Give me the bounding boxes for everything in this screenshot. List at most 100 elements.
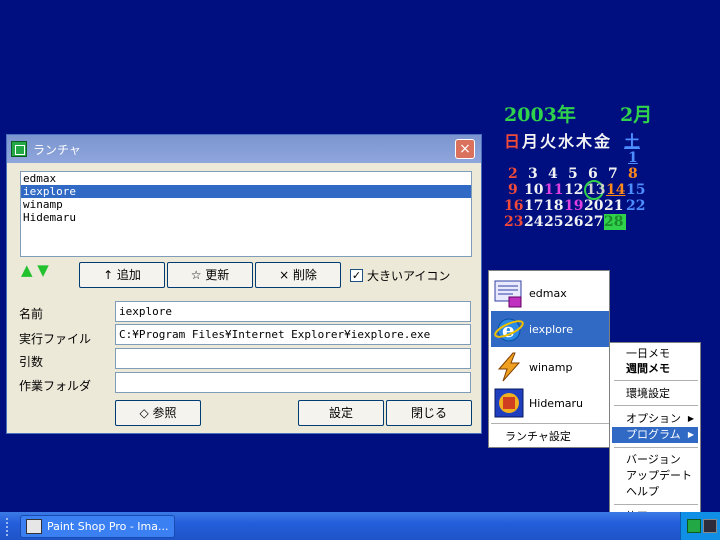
title-bar[interactable]: ランチャ ×	[7, 135, 481, 163]
large-icon-checkbox[interactable]: ✓	[350, 269, 363, 282]
menu-item-edmax[interactable]: edmax	[491, 275, 609, 311]
menu-separator	[614, 380, 698, 381]
menu-item-env-settings[interactable]: 環境設定	[612, 386, 698, 402]
taskbar-grip[interactable]	[6, 518, 10, 536]
calendar-day[interactable]: 24	[524, 214, 546, 230]
launcher-app-icon	[11, 141, 27, 157]
launcher-settings-item[interactable]: ランチャ設定	[505, 428, 571, 444]
calendar-day[interactable]: 18	[544, 198, 566, 214]
menu-item-hidemaru[interactable]: Hidemaru	[491, 385, 609, 421]
calendar-day[interactable]: 25	[544, 214, 566, 230]
calendar-day[interactable]: 8	[628, 166, 650, 182]
calendar-day[interactable]: 3	[528, 166, 550, 182]
launcher-window: ランチャ × edmax iexplore winamp Hidemaru ▲ …	[6, 134, 482, 434]
launcher-icon-menu: edmax e iexplore winamp Hidemaru ランチャ設定	[488, 270, 610, 448]
weekday-mon: 月	[522, 132, 539, 151]
menu-item-version[interactable]: バージョン	[612, 452, 698, 468]
submenu-arrow-icon: ▶	[687, 430, 694, 439]
close-icon[interactable]: ×	[455, 139, 475, 159]
taskbar-button-paintshop[interactable]: Paint Shop Pro - Ima...	[20, 515, 175, 538]
large-icon-option[interactable]: ✓ 大きいアイコン	[350, 267, 450, 284]
list-item-selected[interactable]: iexplore	[21, 185, 471, 198]
update-button[interactable]: ☆ 更新	[167, 262, 253, 288]
calendar-day[interactable]: 7	[608, 166, 630, 182]
system-tray	[680, 512, 720, 540]
browse-button[interactable]: ◇ 参照	[115, 400, 201, 426]
name-label: 名前	[19, 307, 44, 321]
menu-item-winamp[interactable]: winamp	[491, 349, 609, 385]
menu-item-iexplore[interactable]: e iexplore	[491, 311, 609, 347]
calendar-day[interactable]: 28	[604, 214, 626, 230]
calendar-day[interactable]: 27	[584, 214, 606, 230]
menu-item-label: iexplore	[529, 322, 573, 336]
exec-label: 実行ファイル	[19, 332, 92, 346]
menu-item-program[interactable]: プログラム ▶	[612, 427, 698, 443]
close-button[interactable]: 閉じる	[386, 400, 472, 426]
launcher-tray-icon[interactable]	[687, 519, 701, 533]
menu-item-label: オプション	[626, 412, 681, 425]
weekday-sat: 土	[624, 132, 641, 151]
context-menu: 一日メモ 週間メモ 環境設定 オプション ▶ プログラム ▶ バージョン アップ…	[609, 342, 701, 530]
add-button[interactable]: ↑ 追加	[79, 262, 165, 288]
calendar-day[interactable]: 1	[628, 150, 650, 166]
taskbar-button-label: Paint Shop Pro - Ima...	[47, 520, 169, 533]
menu-separator	[491, 423, 609, 424]
calendar-day[interactable]: 22	[626, 198, 648, 214]
taskbar: Paint Shop Pro - Ima...	[0, 512, 720, 540]
menu-item-label: プログラム	[626, 428, 681, 441]
calendar-day[interactable]: 26	[564, 214, 586, 230]
calendar-day[interactable]: 20	[584, 198, 606, 214]
workdir-field[interactable]	[115, 372, 471, 393]
menu-separator	[614, 405, 698, 406]
menu-separator	[614, 504, 698, 505]
calendar-day[interactable]: 4	[548, 166, 570, 182]
calendar-day[interactable]: 21	[604, 198, 626, 214]
paint-shop-pro-icon	[26, 519, 42, 534]
calendar-day[interactable]: 11	[544, 182, 566, 198]
calendar-day[interactable]: 12	[564, 182, 586, 198]
args-field[interactable]	[115, 348, 471, 369]
calendar-day[interactable]: 17	[524, 198, 546, 214]
calendar-day[interactable]: 15	[626, 182, 648, 198]
hidemaru-icon	[493, 387, 525, 419]
submenu-arrow-icon: ▶	[687, 414, 694, 423]
menu-separator	[614, 447, 698, 448]
list-item[interactable]: winamp	[21, 198, 471, 211]
weekday-sun: 日	[504, 132, 521, 151]
menu-item-label: Hidemaru	[529, 396, 584, 410]
menu-item-help[interactable]: ヘルプ	[612, 484, 698, 500]
calendar-day[interactable]: 23	[504, 214, 526, 230]
monitor-tray-icon[interactable]	[703, 519, 717, 533]
calendar-day[interactable]: 16	[504, 198, 526, 214]
move-arrows-icon[interactable]: ▲ ▼	[21, 261, 49, 279]
weekday-wed: 水	[558, 132, 575, 151]
calendar-day[interactable]: 2	[508, 166, 530, 182]
calendar-day[interactable]: 19	[564, 198, 586, 214]
list-item[interactable]: edmax	[21, 172, 471, 185]
menu-item-update[interactable]: アップデート	[612, 468, 698, 484]
list-item[interactable]: Hidemaru	[21, 211, 471, 224]
calendar-day-today[interactable]: 13	[584, 180, 605, 200]
calendar-day[interactable]: 10	[524, 182, 546, 198]
weekday-fri: 金	[594, 132, 611, 151]
calendar-day[interactable]: 14	[606, 182, 628, 198]
args-label: 引数	[19, 355, 44, 369]
name-field[interactable]: iexplore	[115, 301, 471, 322]
menu-item-options[interactable]: オプション ▶	[612, 411, 698, 427]
menu-item-weekly-memo[interactable]: 週間メモ	[612, 361, 698, 377]
workdir-label: 作業フォルダ	[19, 379, 92, 393]
large-icon-label: 大きいアイコン	[367, 269, 451, 283]
internet-explorer-icon: e	[493, 313, 525, 345]
window-title: ランチャ	[33, 142, 81, 157]
weekday-thu: 木	[576, 132, 593, 151]
winamp-icon	[493, 351, 525, 383]
settings-button[interactable]: 設定	[298, 400, 384, 426]
menu-item-daily-memo[interactable]: 一日メモ	[612, 346, 698, 362]
program-list[interactable]: edmax iexplore winamp Hidemaru	[20, 171, 472, 257]
exec-field[interactable]: C:¥Program Files¥Internet Explorer¥iexpl…	[115, 324, 471, 345]
calendar-month: 2月	[620, 104, 653, 126]
delete-button[interactable]: × 削除	[255, 262, 341, 288]
calendar-day[interactable]: 5	[568, 166, 590, 182]
menu-item-label: edmax	[529, 286, 567, 300]
weekday-tue: 火	[540, 132, 557, 151]
